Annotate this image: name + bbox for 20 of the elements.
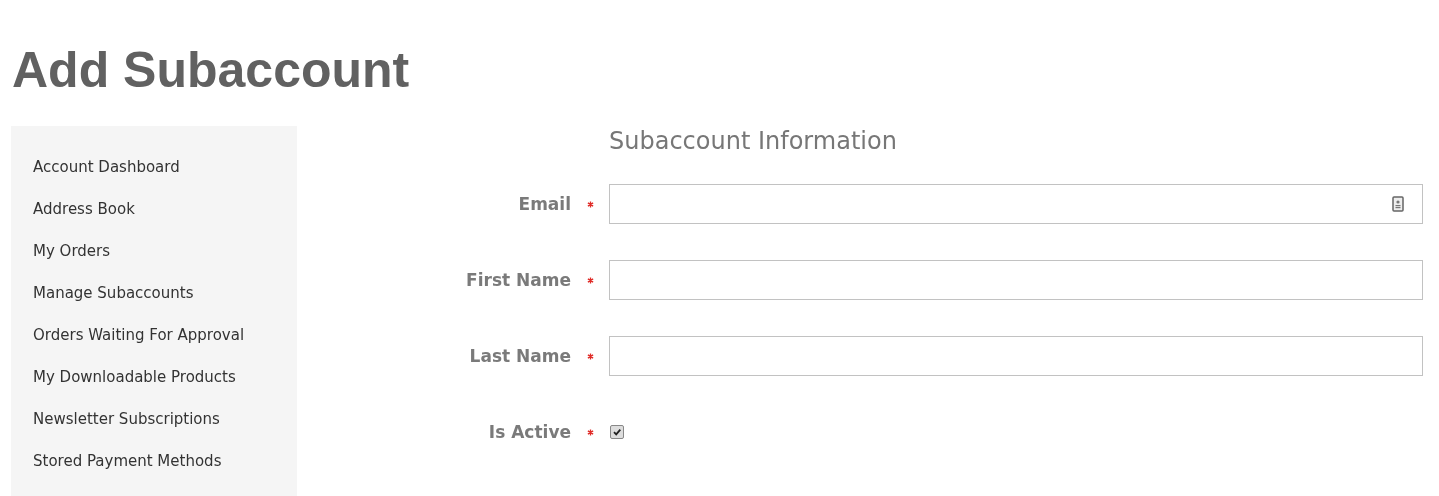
section-heading: Subaccount Information [609, 126, 897, 156]
sidebar-link[interactable]: Newsletter Subscriptions [11, 403, 281, 435]
field-label: Email [518, 194, 571, 214]
sidebar-link[interactable]: Address Book [11, 193, 281, 225]
input-field[interactable] [609, 336, 1423, 376]
checkbox[interactable] [610, 425, 624, 439]
sidebar-link[interactable]: Manage Subaccounts [11, 277, 281, 309]
field-label: First Name [466, 270, 571, 290]
field-label: Last Name [469, 346, 571, 366]
sidebar-link[interactable]: My Orders [11, 235, 281, 267]
input-field[interactable] [609, 260, 1423, 300]
page-title: Add Subaccount [12, 41, 411, 100]
checkmark-icon [612, 427, 622, 437]
contact-card-icon[interactable] [1392, 196, 1404, 212]
sidebar-link[interactable]: Stored Payment Methods [11, 445, 281, 477]
sidebar-link[interactable]: My Downloadable Products [11, 361, 281, 393]
sidebar-link[interactable]: Orders Waiting For Approval [11, 319, 281, 351]
input-field[interactable] [609, 184, 1423, 224]
field-label: Is Active [488, 422, 571, 442]
sidebar-link[interactable]: Account Dashboard [11, 151, 281, 183]
